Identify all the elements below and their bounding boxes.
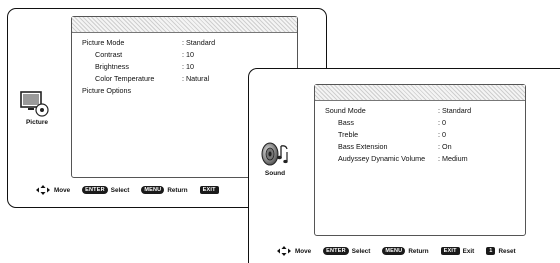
nav-return[interactable]: MENU Return (382, 247, 429, 255)
menu-item[interactable]: Bass : 0 (315, 117, 525, 129)
menu-header-bar (315, 85, 525, 101)
nav-move: Move (36, 185, 70, 195)
menu-item[interactable]: Contrast : 10 (72, 49, 297, 61)
four-way-arrow-icon (277, 246, 291, 256)
sound-menu-panel: Sound Mode: Standard Bass: 0 Treble: 0 Bass… (314, 84, 526, 236)
menu-item-value: : 10 (182, 62, 194, 71)
exit-key[interactable]: EXIT (440, 247, 460, 255)
menu-key[interactable]: MENU (382, 247, 406, 255)
menu-item-label: Audyssey Dynamic Volume (338, 154, 426, 163)
menu-item-label: Picture Mode (82, 38, 125, 47)
category-label: Sound (264, 170, 286, 177)
menu-item-value: : Natural (182, 74, 210, 83)
menu-header-bar (72, 17, 297, 33)
menu-item-value: : Medium (438, 154, 468, 163)
nav-select[interactable]: ENTER Select (82, 186, 129, 194)
exit-key[interactable]: EXIT (199, 186, 219, 194)
menu-item[interactable]: Treble : 0 (315, 129, 525, 141)
menu-item-label: Color Temperature (95, 74, 155, 83)
nav-move-label: Move (54, 186, 71, 194)
nav-exit[interactable]: EXIT (199, 186, 222, 194)
nav-return-label: Return (408, 247, 429, 255)
nav-exit[interactable]: EXIT Exit (440, 247, 475, 255)
menu-item[interactable]: Audyssey Dynamic Volume : Medium (315, 153, 525, 165)
sound-menu-screen: Sound Sound Mode : Standard Bass : 0 Treble:… (248, 68, 560, 263)
enter-key[interactable]: ENTER (323, 247, 349, 255)
menu-item[interactable]: Bass Extension : On (315, 141, 525, 153)
nav-select-label: Select (351, 247, 371, 255)
menu-item-value: : On (438, 142, 452, 151)
menu-item[interactable]: Picture Mode : Standard (72, 37, 297, 49)
menu-item-label: Treble (338, 130, 359, 139)
reset-key[interactable]: 1 (486, 247, 496, 255)
nav-return-label: Return (167, 186, 188, 194)
picture-nav-bar: Move ENTER Select MENU Return EXIT (36, 185, 234, 195)
nav-move: Move (277, 246, 311, 256)
nav-move-label: Move (295, 247, 312, 255)
menu-item-label: Picture Options (82, 86, 132, 95)
nav-return[interactable]: MENU Return (141, 186, 188, 194)
tv-picture-icon (20, 91, 50, 122)
menu-item-value: : Standard (182, 38, 216, 47)
nav-reset-label: Reset (498, 247, 516, 255)
speaker-sound-icon (260, 140, 292, 173)
menu-item-value: : Standard (438, 106, 472, 115)
nav-select-label: Select (110, 186, 130, 194)
category-label: Picture (25, 119, 49, 126)
menu-key[interactable]: MENU (141, 186, 165, 194)
enter-key[interactable]: ENTER (82, 186, 108, 194)
four-way-arrow-icon (36, 185, 50, 195)
menu-item-label: Bass (338, 118, 354, 127)
menu-item-label: Brightness (95, 62, 129, 71)
menu-item[interactable]: Sound Mode : Standard (315, 105, 525, 117)
sound-nav-bar: Move ENTER Select MENU Return EXIT Exit … (277, 246, 528, 256)
menu-item-value: : 0 (438, 118, 446, 127)
menu-item-value: : 10 (182, 50, 194, 59)
nav-exit-label: Exit (462, 247, 475, 255)
menu-item-label: Bass Extension (338, 142, 388, 151)
menu-item-label: Sound Mode (325, 106, 366, 115)
nav-reset[interactable]: 1 Reset (486, 247, 516, 255)
nav-select[interactable]: ENTER Select (323, 247, 370, 255)
menu-item-value: : 0 (438, 130, 446, 139)
menu-item-label: Contrast (95, 50, 123, 59)
